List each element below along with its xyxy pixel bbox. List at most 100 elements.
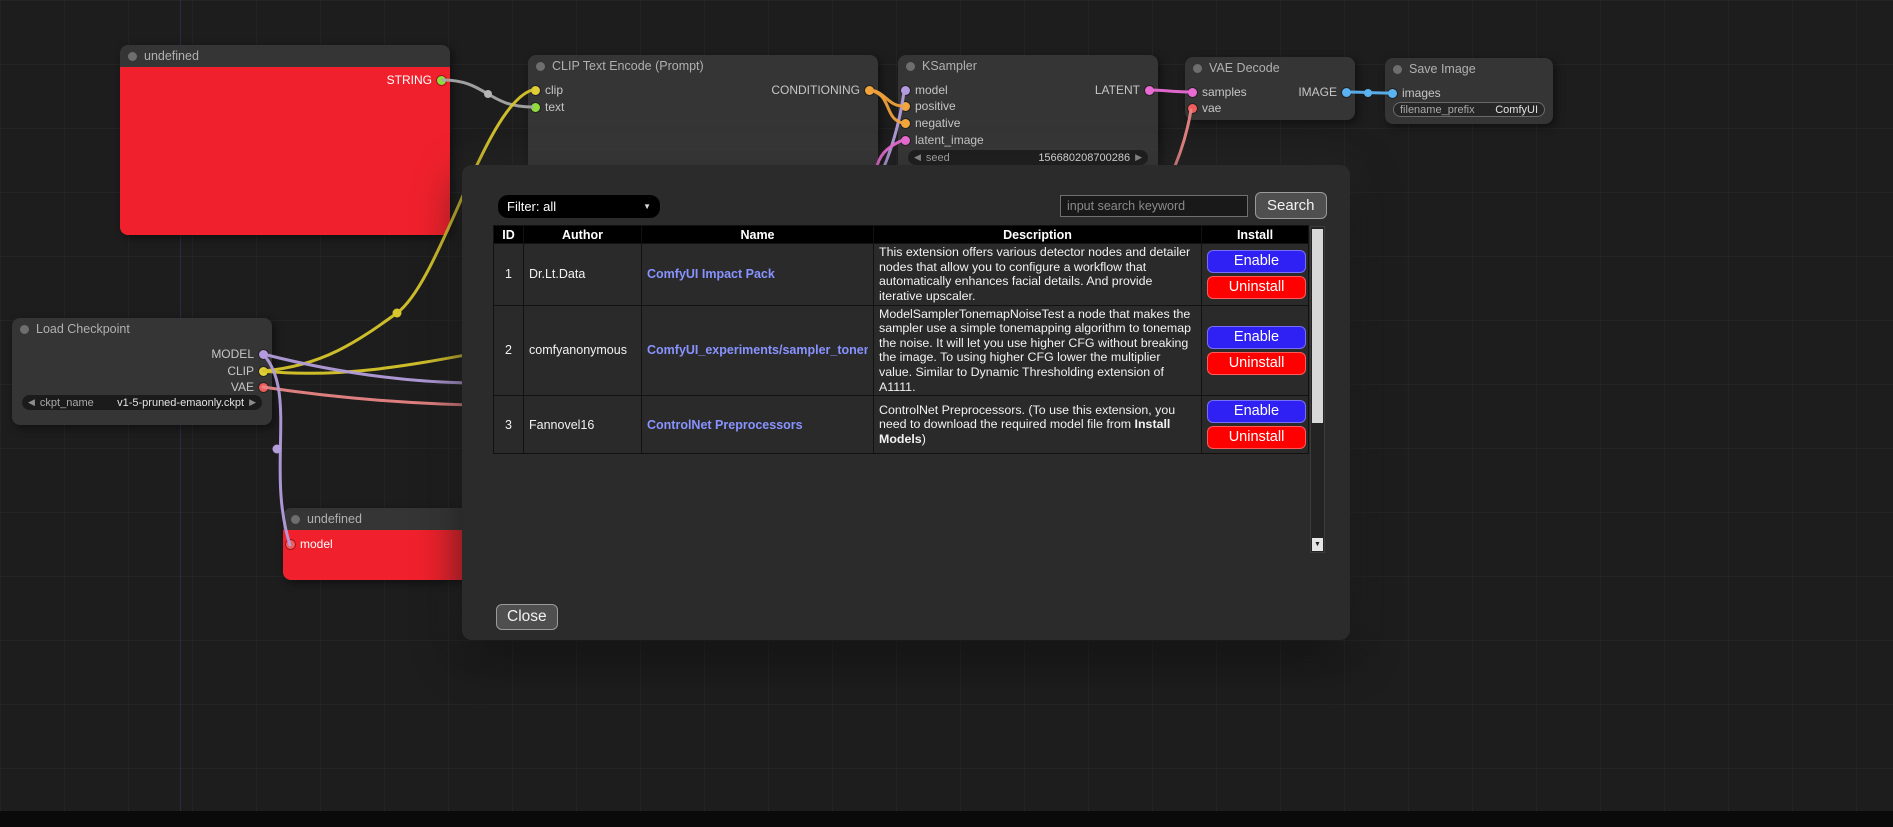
extensions-table: ID Author Name Description Install 1Dr.L… — [493, 225, 1308, 454]
increment-arrow-icon[interactable]: ▶ — [1135, 150, 1142, 165]
node-collapse-dot-icon[interactable] — [1393, 65, 1402, 74]
input-port-model[interactable] — [286, 540, 295, 549]
col-header-author: Author — [524, 226, 642, 244]
extension-link[interactable]: ControlNet Preprocessors — [647, 418, 868, 432]
input-port-model[interactable] — [901, 86, 910, 95]
uninstall-button[interactable]: Uninstall — [1207, 352, 1306, 375]
node-vae-decode[interactable]: VAE Decode samples vae IMAGE — [1185, 57, 1355, 120]
node-header[interactable]: KSampler — [898, 55, 1158, 77]
enable-button[interactable]: Enable — [1207, 400, 1306, 423]
ckpt-name-widget[interactable]: ◀ ckpt_name v1-5-pruned-emaonly.ckpt ▶ — [22, 395, 262, 410]
port-label: model — [915, 83, 948, 97]
extension-author: Fannovel16 — [524, 396, 642, 454]
port-label: model — [300, 537, 333, 551]
enable-button[interactable]: Enable — [1207, 326, 1306, 349]
previous-arrow-icon[interactable]: ◀ — [28, 395, 35, 410]
extension-id: 1 — [494, 244, 524, 306]
widget-value: v1-5-pruned-emaonly.ckpt — [117, 397, 244, 409]
node-collapse-dot-icon[interactable] — [1193, 64, 1202, 73]
custom-nodes-manager-dialog: Filter: all ▼ Search ID Author Name Desc… — [462, 165, 1350, 640]
input-port-clip[interactable] — [531, 86, 540, 95]
next-arrow-icon[interactable]: ▶ — [249, 395, 256, 410]
scroll-down-button[interactable]: ▼ — [1312, 538, 1323, 551]
decrement-arrow-icon[interactable]: ◀ — [914, 150, 921, 165]
output-port-image[interactable] — [1342, 88, 1351, 97]
extension-install-cell: Enable Uninstall — [1202, 244, 1309, 306]
filename-prefix-widget[interactable]: filename_prefix ComfyUI — [1393, 102, 1545, 117]
input-port-positive[interactable] — [901, 102, 910, 111]
widget-label: filename_prefix — [1400, 104, 1475, 116]
enable-button[interactable]: Enable — [1207, 250, 1306, 273]
node-title: undefined — [307, 512, 362, 526]
seed-widget[interactable]: ◀ seed 156680208700286 ▶ — [908, 150, 1148, 165]
wire-string-to-text — [443, 80, 532, 107]
node-ksampler[interactable]: KSampler model positive negative latent_… — [898, 55, 1158, 180]
node-header[interactable]: Save Image — [1385, 58, 1553, 80]
extension-author: comfyanonymous — [524, 305, 642, 396]
uninstall-button[interactable]: Uninstall — [1207, 426, 1306, 449]
col-header-description: Description — [874, 226, 1202, 244]
output-port-clip[interactable] — [259, 367, 268, 376]
node-header[interactable]: CLIP Text Encode (Prompt) — [528, 55, 878, 77]
node-title: KSampler — [922, 59, 977, 73]
scrollbar-thumb[interactable] — [1312, 229, 1323, 423]
extension-link[interactable]: ComfyUI Impact Pack — [647, 267, 868, 281]
output-port-latent[interactable] — [1145, 86, 1154, 95]
extension-row: 1Dr.Lt.Data ComfyUI Impact Pack This exten… — [494, 244, 1309, 306]
extension-description: This extension offers various detector n… — [874, 244, 1202, 306]
extension-id: 2 — [494, 305, 524, 396]
port-label: negative — [915, 116, 960, 130]
node-collapse-dot-icon[interactable] — [20, 325, 29, 334]
output-port-vae[interactable] — [259, 383, 268, 392]
input-port-images[interactable] — [1388, 89, 1397, 98]
node-header[interactable]: Load Checkpoint — [12, 318, 272, 340]
extension-name-cell: ComfyUI Impact Pack — [642, 244, 874, 306]
search-input[interactable] — [1060, 195, 1248, 217]
input-port-latent-image[interactable] — [901, 136, 910, 145]
col-header-install: Install — [1202, 226, 1309, 244]
input-port-negative[interactable] — [901, 119, 910, 128]
filter-select[interactable]: Filter: all ▼ — [498, 195, 660, 218]
extension-row: 3Fannovel16ControlNet PreprocessorsContr… — [494, 396, 1309, 454]
search-button[interactable]: Search — [1255, 192, 1327, 219]
node-undefined-top[interactable]: undefined STRING — [120, 45, 450, 235]
node-collapse-dot-icon[interactable] — [291, 515, 300, 524]
input-port-vae[interactable] — [1188, 104, 1197, 113]
node-graph-canvas[interactable]: undefined STRING CLIP Text Encode (Promp… — [0, 0, 1893, 827]
extension-author: Dr.Lt.Data — [524, 244, 642, 306]
widget-value: ComfyUI — [1495, 104, 1538, 116]
bottom-bar — [0, 811, 1893, 827]
node-collapse-dot-icon[interactable] — [906, 62, 915, 71]
node-title: Load Checkpoint — [36, 322, 130, 336]
node-collapse-dot-icon[interactable] — [128, 52, 137, 61]
input-port-text[interactable] — [531, 103, 540, 112]
node-body — [120, 67, 450, 235]
node-collapse-dot-icon[interactable] — [536, 62, 545, 71]
extension-table-body: 1Dr.Lt.Data ComfyUI Impact Pack This exten… — [494, 244, 1309, 454]
node-save-image[interactable]: Save Image images filename_prefix ComfyU… — [1385, 58, 1553, 124]
node-header[interactable]: undefined — [120, 45, 450, 67]
output-port-model[interactable] — [259, 350, 268, 359]
scrollbar[interactable]: ▼ — [1310, 226, 1325, 553]
output-port-string[interactable] — [437, 76, 446, 85]
output-port-conditioning[interactable] — [865, 86, 874, 95]
port-label: latent_image — [915, 133, 984, 147]
port-label: CLIP — [227, 364, 254, 378]
port-label: images — [1402, 86, 1441, 100]
extension-install-cell: Enable Uninstall — [1202, 305, 1309, 396]
extension-install-cell: Enable Uninstall — [1202, 396, 1309, 454]
node-load-checkpoint[interactable]: Load Checkpoint MODEL CLIP VAE ◀ ckpt_na… — [12, 318, 272, 425]
port-label: STRING — [387, 73, 432, 87]
extension-link[interactable]: ComfyUI_experiments/sampler_tonemap — [647, 343, 868, 357]
extension-name-cell: ComfyUI_experiments/sampler_tonemap — [642, 305, 874, 396]
close-button[interactable]: Close — [496, 604, 558, 630]
wire-dot — [393, 309, 402, 318]
node-title: VAE Decode — [1209, 61, 1280, 75]
node-header[interactable]: VAE Decode — [1185, 57, 1355, 79]
uninstall-button[interactable]: Uninstall — [1207, 276, 1306, 299]
node-title: Save Image — [1409, 62, 1476, 76]
port-label: CONDITIONING — [771, 83, 860, 97]
input-port-samples[interactable] — [1188, 88, 1197, 97]
port-label: positive — [915, 99, 956, 113]
node-title: CLIP Text Encode (Prompt) — [552, 59, 704, 73]
